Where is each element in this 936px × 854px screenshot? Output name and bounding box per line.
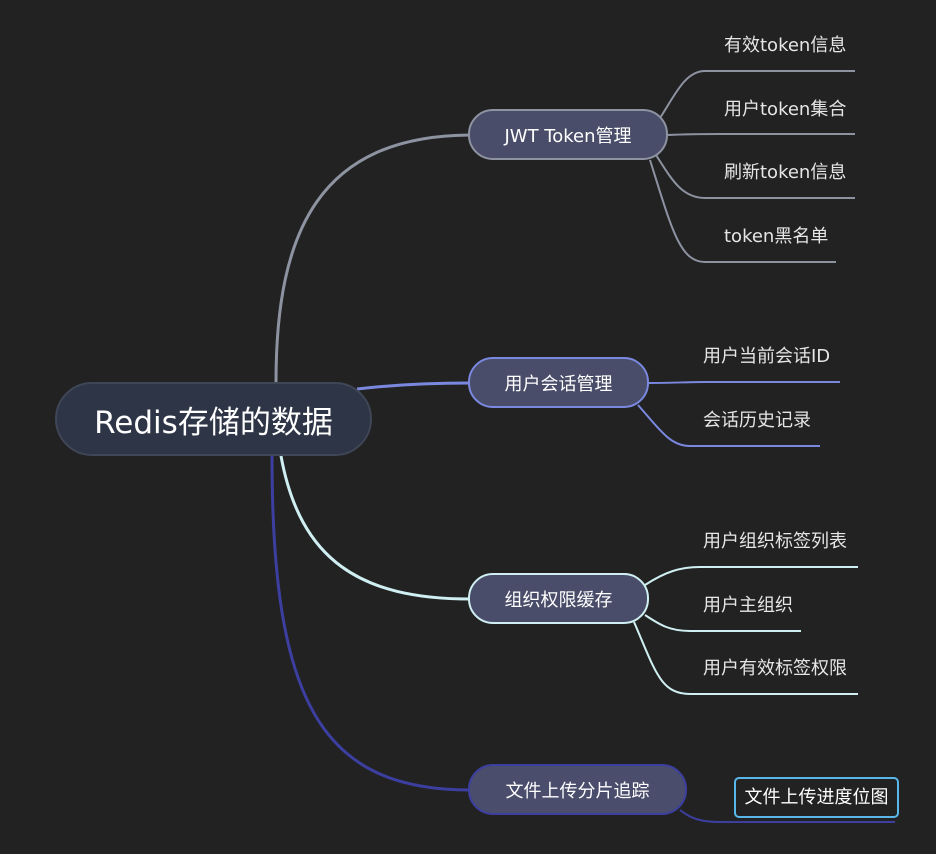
branch-label: 组织权限缓存 (504, 589, 613, 611)
link-org-leaf-1 (644, 566, 858, 586)
leaf-node[interactable]: 会话历史记录 (703, 409, 811, 433)
leaf-node[interactable]: 用户当前会话ID (703, 345, 830, 369)
leaf-node[interactable]: 用户有效标签权限 (703, 657, 847, 681)
branch-node-org-permission[interactable]: 组织权限缓存 (468, 573, 649, 624)
branch-node-jwt-token[interactable]: JWT Token管理 (468, 109, 668, 160)
root-node[interactable]: Redis存储的数据 (55, 382, 372, 456)
branch-label: 文件上传分片追踪 (505, 780, 650, 802)
link-jwt-leaf-2 (667, 133, 855, 136)
branch-label: JWT Token管理 (504, 125, 632, 147)
leaf-node[interactable]: 有效token信息 (724, 34, 846, 58)
link-root-upload (270, 455, 471, 792)
leaf-node[interactable]: 用户组织标签列表 (703, 530, 847, 554)
branch-node-user-session[interactable]: 用户会话管理 (468, 357, 649, 408)
link-root-session (356, 381, 471, 391)
link-session-leaf-1 (648, 381, 840, 384)
link-root-jwt (274, 133, 471, 383)
leaf-node[interactable]: 用户主组织 (703, 594, 793, 618)
mindmap-canvas: Redis存储的数据 JWT Token管理 用户会话管理 组织权限缓存 文件上… (0, 0, 936, 854)
root-node-label: Redis存储的数据 (94, 404, 333, 441)
leaf-node[interactable]: token黑名单 (724, 225, 828, 249)
leaf-node[interactable]: 刷新token信息 (724, 161, 846, 185)
leaf-node[interactable]: 用户token集合 (724, 98, 846, 122)
branch-node-file-upload[interactable]: 文件上传分片追踪 (468, 764, 687, 815)
leaf-node-selected[interactable]: 文件上传进度位图 (734, 777, 899, 818)
branch-label: 用户会话管理 (504, 373, 613, 395)
link-root-org (279, 455, 471, 601)
